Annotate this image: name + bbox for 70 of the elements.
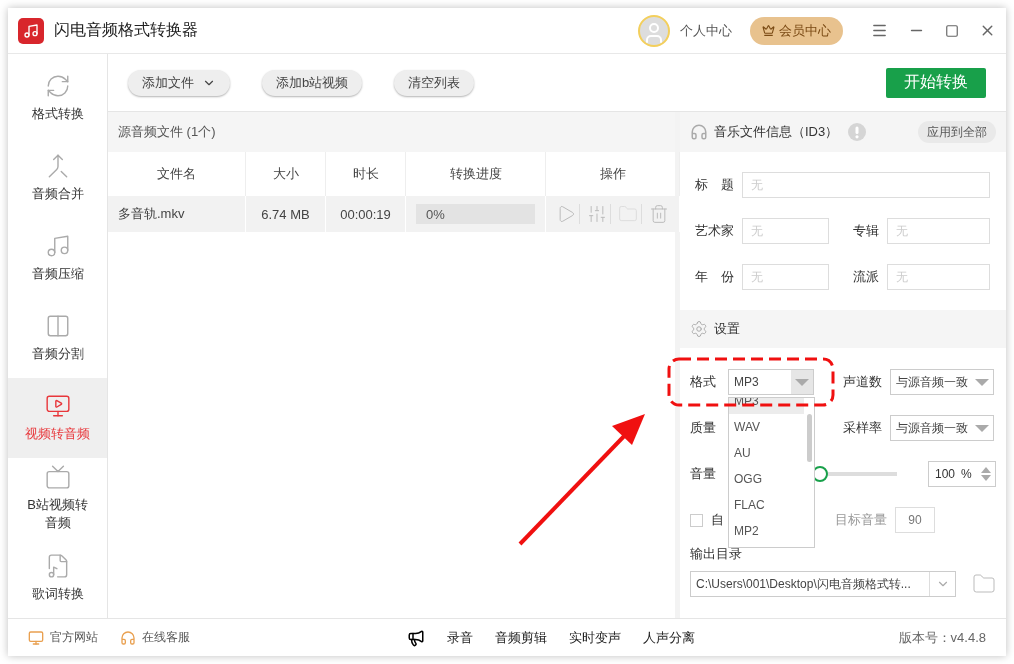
spin-arrows-icon[interactable] <box>980 466 992 482</box>
sidebar-item[interactable]: 格式转换 <box>8 58 107 138</box>
table-cell: 多音轨.mkv <box>108 196 246 232</box>
video-icon <box>44 393 71 419</box>
sidebar-item[interactable]: 音频分割 <box>8 298 107 378</box>
sample-rate-select[interactable]: 与源音频一致 <box>890 415 994 441</box>
headphones-icon <box>690 123 708 141</box>
version-text: 版本号：v4.4.8 <box>898 628 986 647</box>
footer-link[interactable]: 在线客服 <box>120 629 190 646</box>
dropdown-option[interactable]: AU <box>729 440 804 466</box>
window-title: 闪电音频格式转换器 <box>54 20 199 40</box>
sidebar-item[interactable]: 视频转音频 <box>8 378 107 458</box>
field-label: 格式 <box>690 373 717 391</box>
field-label: 质量 <box>690 419 717 437</box>
field-label: 艺术家 <box>694 222 734 240</box>
footer-link[interactable]: 官方网站 <box>28 629 98 646</box>
sidebar-item[interactable]: 歌词转换 <box>8 538 107 618</box>
sidebar-item[interactable]: 音频合并 <box>8 138 107 218</box>
field-label: 音量 <box>690 465 717 483</box>
dropdown-option[interactable]: FLAC <box>729 492 804 518</box>
settings-title: 设置 <box>714 320 740 338</box>
field-label: 专辑 <box>852 222 879 240</box>
maximize-icon[interactable] <box>945 23 959 38</box>
sidebar-item[interactable]: B站视频转音频 <box>8 458 107 538</box>
field-label: 流派 <box>852 268 879 286</box>
file-list-title: 源音频文件 (1个) <box>118 123 216 141</box>
tool-link[interactable]: 人声分离 <box>643 628 696 647</box>
checkbox-label: 自 <box>711 511 725 529</box>
field-label: 声道数 <box>842 373 882 391</box>
target-volume-field[interactable]: 90 <box>895 507 935 533</box>
avatar-icon[interactable] <box>638 14 670 47</box>
checkbox[interactable] <box>690 513 703 527</box>
field-label: 年 份 <box>694 268 734 286</box>
megaphone-icon <box>407 628 426 647</box>
app-logo-icon <box>18 17 44 44</box>
user-center-link[interactable]: 个人中心 <box>680 21 732 40</box>
monitor-icon <box>28 629 44 646</box>
vip-center-button[interactable]: 会员中心 <box>750 16 843 45</box>
volume-spinbox[interactable]: 100 % <box>928 461 996 487</box>
folder-icon[interactable] <box>972 572 996 596</box>
apply-all-button[interactable]: 应用到全部 <box>918 121 996 143</box>
field-label: 采样率 <box>842 419 882 437</box>
field-label: 目标音量 <box>834 511 887 529</box>
add-video-button[interactable]: 添加b站视频 <box>262 69 363 96</box>
menu-icon[interactable] <box>871 22 888 39</box>
progress-text: 0% <box>425 206 445 222</box>
clear-list-button[interactable]: 清空列表 <box>394 69 475 96</box>
output-path-select[interactable]: C:\Users\001\Desktop\闪电音频格式转... <box>690 571 956 597</box>
settings-icon <box>690 320 708 338</box>
id3-title: 音乐文件信息（ID3） <box>714 123 839 141</box>
tool-link[interactable]: 音频剪辑 <box>495 628 548 647</box>
field-label: 标 题 <box>694 176 734 194</box>
field-label: 输出目录 <box>690 545 743 563</box>
headset-icon <box>120 629 136 646</box>
sidebar-item[interactable]: 音频压缩 <box>8 218 107 298</box>
dropdown-option[interactable]: MP2 <box>729 518 804 544</box>
info-icon <box>848 123 867 141</box>
dropdown-option[interactable]: OGG <box>729 466 804 492</box>
link-text[interactable]: 官方网站 <box>50 629 98 646</box>
scrollbar-thumb <box>806 414 812 462</box>
add-file-button[interactable]: 添加文件 <box>128 69 230 96</box>
table-cell: 6.74 MB <box>246 196 326 232</box>
link-text[interactable]: 在线客服 <box>142 629 190 646</box>
crown-icon <box>762 24 775 37</box>
tool-link[interactable]: 实时变声 <box>569 628 622 647</box>
tv-icon <box>44 464 71 490</box>
tool-link[interactable]: 录音 <box>447 628 474 647</box>
table-cell: 00:00:19 <box>326 196 406 232</box>
channels-select[interactable]: 与源音频一致 <box>890 369 994 395</box>
dropdown-option[interactable]: WAV <box>729 414 804 440</box>
